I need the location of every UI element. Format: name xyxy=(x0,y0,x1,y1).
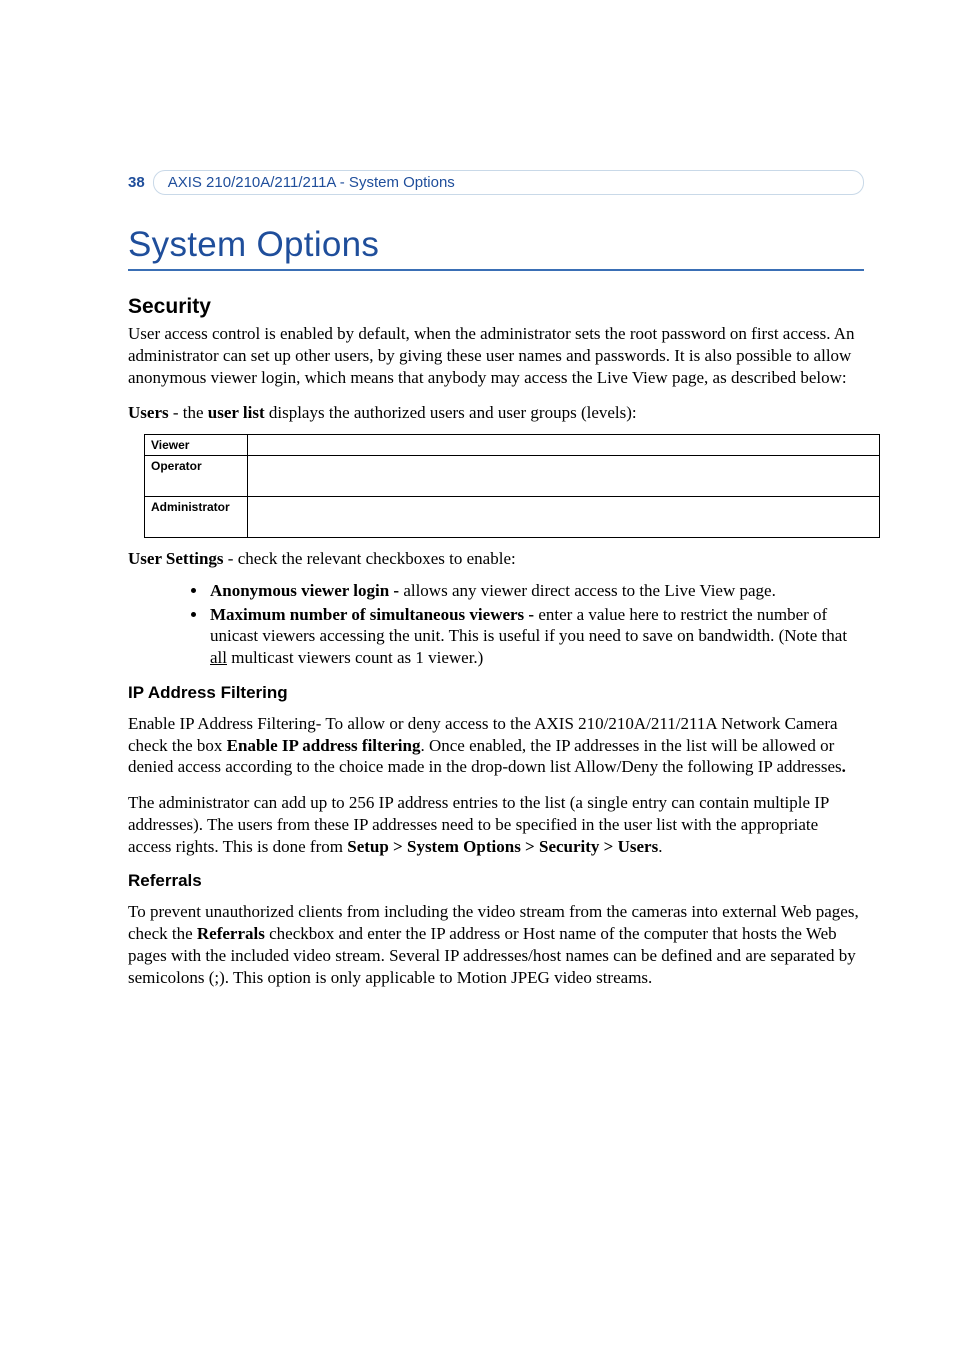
bullet-anon-bold: Anonymous viewer login - xyxy=(210,581,403,600)
referrals-heading: Referrals xyxy=(128,871,864,891)
user-settings-label: User Settings xyxy=(128,549,224,568)
user-settings-line: User Settings - check the relevant check… xyxy=(128,548,864,570)
ip-filtering-p1: Enable IP Address Filtering- To allow or… xyxy=(128,713,864,778)
security-intro: User access control is enabled by defaul… xyxy=(128,323,864,388)
user-settings-bullets: Anonymous viewer login - allows any view… xyxy=(128,580,864,669)
page-title: System Options xyxy=(128,225,864,265)
title-underline xyxy=(128,269,864,271)
level-operator-desc xyxy=(248,456,880,497)
ipf-p1-bold-period: . xyxy=(842,757,846,776)
level-viewer-label: Viewer xyxy=(145,435,248,456)
level-administrator-label: Administrator xyxy=(145,497,248,538)
users-text-end: displays the authorized users and user g… xyxy=(265,403,637,422)
ipf-p1-bold: Enable IP address filtering xyxy=(227,736,421,755)
table-row: Viewer xyxy=(145,435,880,456)
user-settings-text: - check the relevant checkboxes to enabl… xyxy=(224,549,516,568)
bullet-max-viewers: Maximum number of simultaneous viewers -… xyxy=(208,604,864,669)
bullet-anon-rest: allows any viewer direct access to the L… xyxy=(403,581,776,600)
ip-filtering-heading: IP Address Filtering xyxy=(128,683,864,703)
page-container: 38 AXIS 210/210A/211/211A - System Optio… xyxy=(0,0,954,1351)
ipf-p2-post: . xyxy=(658,837,662,856)
security-heading: Security xyxy=(128,295,864,319)
user-levels-table: Viewer Operator Administrator xyxy=(144,434,880,538)
referrals-p1: To prevent unauthorized clients from inc… xyxy=(128,901,864,988)
page-number: 38 xyxy=(128,174,145,191)
level-operator-label: Operator xyxy=(145,456,248,497)
page-header: 38 AXIS 210/210A/211/211A - System Optio… xyxy=(128,170,864,195)
bullet-max-bold: Maximum number of simultaneous viewers - xyxy=(210,605,538,624)
users-text-mid: - the xyxy=(169,403,208,422)
header-pill: AXIS 210/210A/211/211A - System Options xyxy=(153,170,864,195)
level-administrator-desc xyxy=(248,497,880,538)
level-viewer-desc xyxy=(248,435,880,456)
ipf-p2-bold: Setup > System Options > Security > User… xyxy=(347,837,658,856)
bullet-anonymous-login: Anonymous viewer login - allows any view… xyxy=(208,580,864,602)
bullet-max-underline: all xyxy=(210,648,227,667)
ip-filtering-p2: The administrator can add up to 256 IP a… xyxy=(128,792,864,857)
table-row: Operator xyxy=(145,456,880,497)
users-label: Users xyxy=(128,403,169,422)
ref-p1-bold: Referrals xyxy=(197,924,265,943)
users-label2: user list xyxy=(208,403,265,422)
bullet-max-post: multicast viewers count as 1 viewer.) xyxy=(227,648,483,667)
table-row: Administrator xyxy=(145,497,880,538)
users-line: Users - the user list displays the autho… xyxy=(128,402,864,424)
